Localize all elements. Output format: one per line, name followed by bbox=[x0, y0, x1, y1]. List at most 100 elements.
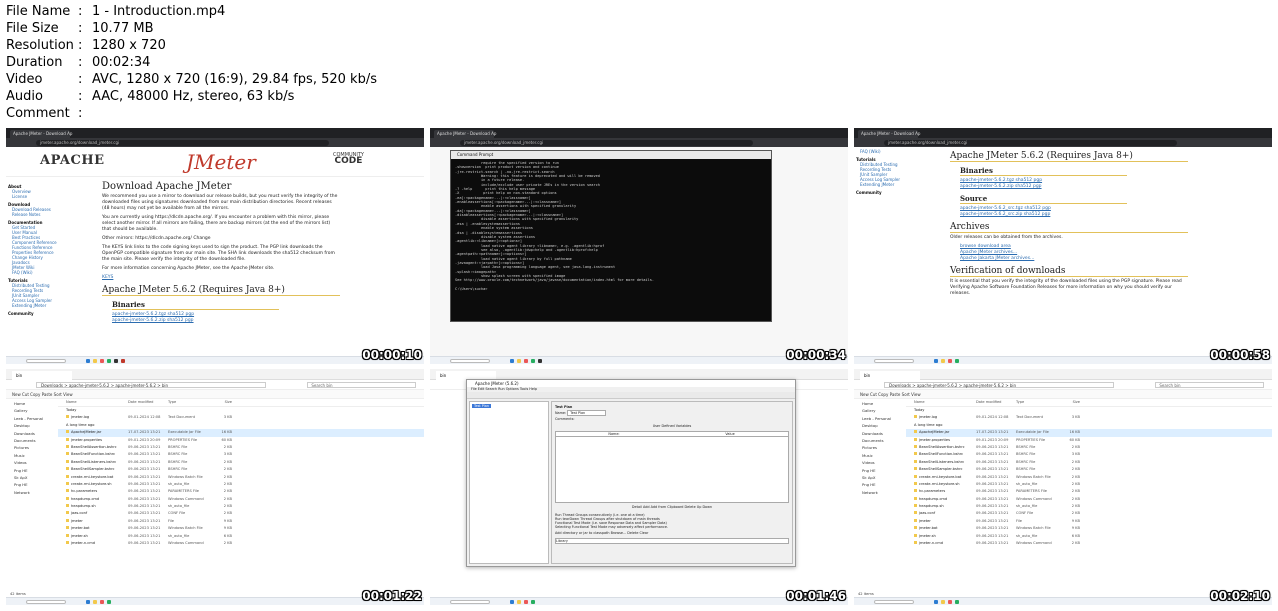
table-row[interactable]: jmeter 09-06-2023 13:21 File 9 KB bbox=[58, 518, 424, 525]
table-row[interactable]: heapdump.sh 09-06-2023 13:21 sh_auto_file 2… bbox=[906, 503, 1272, 510]
jmeter-window[interactable]: Apache JMeter (5.6.2) File Edit Search R… bbox=[466, 379, 796, 567]
app-icon[interactable] bbox=[121, 358, 125, 363]
nav-pane-item[interactable]: Network bbox=[862, 489, 902, 496]
group-header[interactable]: A long time ago bbox=[58, 422, 424, 429]
tree-item-test-plan[interactable]: Test Plan bbox=[472, 404, 491, 408]
table-row[interactable]: jaas.conf 09-06-2023 13:21 CONF File 2 KB bbox=[906, 510, 1272, 517]
nav-pane-item[interactable]: Home bbox=[862, 400, 902, 407]
table-row[interactable]: heapdump.cmd 09-06-2023 13:21 Windows Comm… bbox=[906, 496, 1272, 503]
table-row[interactable]: jmeter.log 09-01-2024 12:08 Text Document 3… bbox=[906, 414, 1272, 421]
app-icon[interactable] bbox=[510, 599, 514, 604]
nav-pane-item[interactable]: Music bbox=[862, 452, 902, 459]
app-icon[interactable] bbox=[86, 358, 90, 363]
name-field[interactable]: Test Plan bbox=[567, 410, 607, 416]
table-row[interactable]: jmeter-n.cmd 09-06-2023 13:21 Windows Comm… bbox=[906, 540, 1272, 547]
column-name[interactable]: Name bbox=[906, 400, 976, 406]
table-row[interactable]: BeanShellFunction.bshrc 09-06-2023 13:21 B… bbox=[906, 451, 1272, 458]
table-row[interactable]: jaas.conf 09-06-2023 13:21 CONF File 2 KB bbox=[58, 510, 424, 517]
command-bar[interactable]: New Cut Copy Paste Sort View bbox=[6, 390, 424, 399]
nav-pane-item[interactable]: Home bbox=[14, 400, 54, 407]
app-icon[interactable] bbox=[100, 358, 104, 363]
folder-icon[interactable] bbox=[93, 599, 97, 604]
folder-icon[interactable] bbox=[517, 599, 521, 604]
thumbnail-1[interactable]: Apache JMeter - Download Ap jmeter.apach… bbox=[6, 128, 424, 364]
udv-buttons[interactable]: Detail Add Add from Clipboard Delete Up … bbox=[555, 505, 789, 509]
browser-tab[interactable]: Apache JMeter - Download Ap bbox=[10, 130, 72, 138]
archive-link[interactable]: Apache Jakarta JMeter archives... bbox=[960, 256, 1188, 262]
table-row[interactable]: hc.parameters 09-06-2023 13:21 PARAMETERS … bbox=[58, 488, 424, 495]
app-icon[interactable] bbox=[100, 599, 104, 604]
nav-link-license[interactable]: License bbox=[8, 194, 88, 199]
table-row[interactable]: jmeter.bat 09-06-2023 13:21 Windows Batch … bbox=[58, 525, 424, 532]
nav-pane-item[interactable]: Pictures bbox=[862, 444, 902, 451]
nav-pane-item[interactable]: Png HE bbox=[14, 467, 54, 474]
classpath-row[interactable]: Add directory or jar to classpath Browse… bbox=[555, 531, 789, 535]
udv-table[interactable]: Name: Value bbox=[555, 431, 789, 503]
app-icon[interactable] bbox=[955, 358, 959, 363]
command-bar[interactable]: New Cut Copy Paste Sort View bbox=[854, 390, 1272, 399]
table-row[interactable]: jmeter 09-06-2023 13:21 File 9 KB bbox=[906, 518, 1272, 525]
column-size[interactable]: Size bbox=[212, 400, 232, 406]
table-row[interactable]: create-rmi-keystore.sh 09-06-2023 13:21 sh… bbox=[906, 481, 1272, 488]
nav-link-faq[interactable]: FAQ (Wiki) bbox=[8, 270, 88, 275]
table-row[interactable]: ApacheJMeter.jar 17-07-2023 13:21 Executab… bbox=[58, 429, 424, 437]
explorer-tab[interactable]: bin bbox=[12, 371, 72, 380]
app-icon[interactable] bbox=[948, 599, 952, 604]
nav-pane-item[interactable]: Png HE bbox=[862, 481, 902, 488]
nav-pane-item[interactable]: Downloads bbox=[14, 430, 54, 437]
nav-pane-item[interactable]: Network bbox=[14, 489, 54, 496]
table-row[interactable]: heapdump.sh 09-06-2023 13:21 sh_auto_file 2… bbox=[58, 503, 424, 510]
taskbar-search[interactable] bbox=[450, 599, 490, 604]
table-row[interactable]: BeanShellSampler.bshrc 09-06-2023 13:21 BS… bbox=[58, 466, 424, 473]
nav-pane-item[interactable]: Sk ApX bbox=[862, 474, 902, 481]
download-link[interactable]: apache-jmeter-5.6.2.zip sha512 pgp bbox=[112, 318, 340, 324]
table-row[interactable]: ApacheJMeter.jar 17-07-2023 13:21 Executab… bbox=[906, 429, 1272, 437]
app-icon[interactable] bbox=[114, 358, 118, 363]
keys-link[interactable]: KEYS bbox=[102, 275, 340, 281]
app-icon[interactable] bbox=[510, 358, 514, 363]
column-date[interactable]: Date modified bbox=[128, 400, 168, 406]
app-icon[interactable] bbox=[955, 599, 959, 604]
nav-pane-item[interactable]: Png HE bbox=[14, 481, 54, 488]
browser-tab[interactable]: Apache JMeter - Download Ap bbox=[434, 130, 496, 138]
search-input[interactable]: Search bin bbox=[1155, 382, 1264, 388]
nav-pane-item[interactable]: Png HE bbox=[862, 467, 902, 474]
taskbar-search[interactable] bbox=[874, 358, 914, 363]
table-row[interactable]: hc.parameters 09-06-2023 13:21 PARAMETERS … bbox=[906, 488, 1272, 495]
app-icon[interactable] bbox=[948, 358, 952, 363]
nav-link-faq[interactable]: FAQ (Wiki) bbox=[856, 149, 936, 154]
app-icon[interactable] bbox=[531, 599, 535, 604]
mirror-select-row[interactable]: Other mirrors: https://dlcdn.apache.org/… bbox=[102, 236, 340, 242]
table-row[interactable]: heapdump.cmd 09-06-2023 13:21 Windows Comm… bbox=[58, 496, 424, 503]
download-link[interactable]: apache-jmeter-5.6.2_src.zip sha512 pgp bbox=[960, 212, 1188, 218]
nav-link-release-notes[interactable]: Release Notes bbox=[8, 212, 88, 217]
table-row[interactable]: create-rmi-keystore.bat 09-06-2023 13:21 W… bbox=[58, 474, 424, 481]
folder-icon[interactable] bbox=[941, 599, 945, 604]
toolbar[interactable] bbox=[467, 392, 795, 399]
browser-tab[interactable]: Apache JMeter - Download Ap bbox=[858, 130, 920, 138]
search-input[interactable]: Search bin bbox=[307, 382, 416, 388]
thumbnail-5[interactable]: bin Apache JMeter (5.6.2) File Edit Sear… bbox=[430, 369, 848, 605]
thumbnail-2[interactable]: Apache JMeter - Download Ap jmeter.apach… bbox=[430, 128, 848, 364]
app-icon[interactable] bbox=[531, 358, 535, 363]
terminal-icon[interactable] bbox=[538, 358, 542, 363]
nav-pane-item[interactable]: Gallery bbox=[14, 407, 54, 414]
app-icon[interactable] bbox=[524, 358, 528, 363]
download-link[interactable]: apache-jmeter-5.6.2.zip sha512 pgp bbox=[960, 184, 1188, 190]
folder-icon[interactable] bbox=[93, 358, 97, 363]
table-row[interactable]: BeanShellListeners.bshrc 09-06-2023 13:21… bbox=[906, 459, 1272, 466]
nav-pane-item[interactable]: Documents bbox=[862, 437, 902, 444]
table-row[interactable]: jmeter.properties 09-01-2023 20:09 PROPERT… bbox=[906, 437, 1272, 444]
table-row[interactable]: create-rmi-keystore.sh 09-06-2023 13:21 sh… bbox=[58, 481, 424, 488]
thumbnail-3[interactable]: Apache JMeter - Download Ap jmeter.apach… bbox=[854, 128, 1272, 364]
table-row[interactable]: jmeter.bat 09-06-2023 13:21 Windows Batch … bbox=[906, 525, 1272, 532]
terminal-output[interactable]: require the specified version to run -sho… bbox=[451, 159, 771, 293]
nav-pane-item[interactable]: Documents bbox=[14, 437, 54, 444]
url-input[interactable]: jmeter.apache.org/download_jmeter.cgi bbox=[884, 139, 1177, 146]
app-icon[interactable] bbox=[524, 599, 528, 604]
group-header[interactable]: Today bbox=[58, 407, 424, 414]
nav-pane-item[interactable]: Desktop bbox=[862, 422, 902, 429]
folder-icon[interactable] bbox=[517, 358, 521, 363]
url-input[interactable]: jmeter.apache.org/download_jmeter.cgi bbox=[36, 139, 329, 146]
nav-pane-item[interactable]: Videos bbox=[862, 459, 902, 466]
